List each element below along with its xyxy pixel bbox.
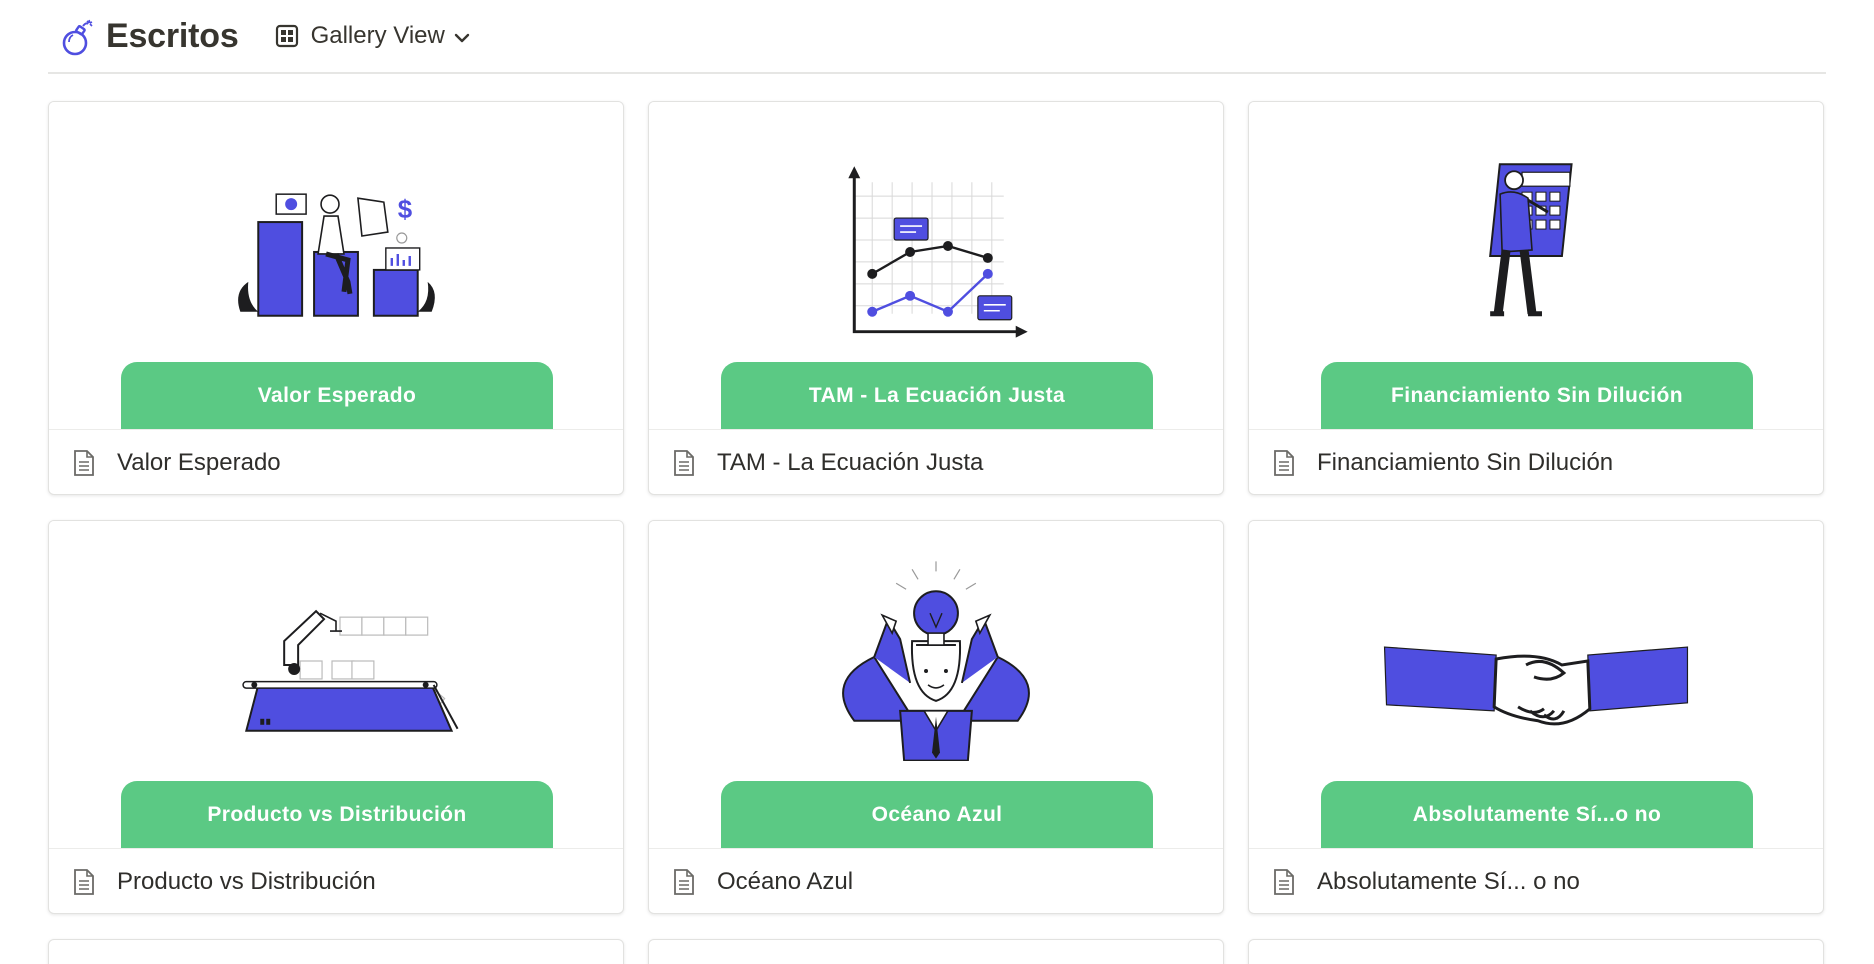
card-title: Océano Azul — [717, 868, 854, 895]
gallery-card[interactable]: $ Valor Esperado Valor Esperado — [48, 101, 624, 495]
gallery-card[interactable]: Absolutamente Sí...o no Absolutamente Sí… — [1248, 520, 1824, 914]
bar-chart-person-illustration: $ — [238, 193, 435, 317]
card-footer: Absolutamente Sí... o no — [1249, 848, 1823, 913]
card-cover: Absolutamente Sí...o no — [1249, 521, 1823, 848]
card-cover: Océano Azul — [649, 521, 1223, 848]
card-cover-label: Absolutamente Sí...o no — [1321, 781, 1753, 848]
handshake-illustration — [1383, 646, 1689, 726]
card-footer: Océano Azul — [649, 848, 1223, 913]
card-title: Producto vs Distribución — [117, 868, 376, 895]
card-cover: Financiamiento Sin Dilución — [1249, 102, 1823, 429]
gallery-card-partial[interactable] — [1248, 939, 1824, 964]
gallery-card-partial[interactable] — [648, 939, 1224, 964]
card-cover-label: Valor Esperado — [121, 362, 553, 429]
card-title: Valor Esperado — [117, 449, 281, 476]
conveyor-robot-illustration — [242, 609, 459, 732]
page-icon — [674, 450, 694, 476]
card-footer: Financiamiento Sin Dilución — [1249, 429, 1823, 494]
gallery-card[interactable]: Producto vs Distribución Producto vs Dis… — [48, 520, 624, 914]
card-cover-label: TAM - La Ecuación Justa — [721, 362, 1153, 429]
bomb-icon — [62, 19, 93, 56]
card-cover: $ Valor Esperado — [49, 102, 623, 429]
card-title: Financiamiento Sin Dilución — [1317, 449, 1614, 476]
page-icon — [1274, 450, 1294, 476]
view-switcher-label: Gallery View — [310, 22, 445, 49]
page-icon — [674, 869, 694, 895]
page: Escritos Gallery View $ Valor Esperado V… — [0, 0, 1874, 964]
chevron-down-icon — [454, 33, 470, 43]
gallery-card-partial[interactable] — [48, 939, 624, 964]
lightbulb-head-illustration — [842, 561, 1030, 761]
database-header: Escritos Gallery View — [48, 0, 1826, 74]
page-icon — [1274, 869, 1294, 895]
calculator-person-illustration — [1489, 163, 1573, 317]
card-cover-label: Océano Azul — [721, 781, 1153, 848]
gallery-card[interactable]: TAM - La Ecuación Justa TAM - La Ecuació… — [648, 101, 1224, 495]
svg-text:$: $ — [398, 196, 413, 224]
card-footer: Valor Esperado — [49, 429, 623, 494]
card-footer: TAM - La Ecuación Justa — [649, 429, 1223, 494]
gallery-card[interactable]: Océano Azul Océano Azul — [648, 520, 1224, 914]
line-chart-illustration — [848, 166, 1028, 338]
card-cover-label: Financiamiento Sin Dilución — [1321, 362, 1753, 429]
card-title: TAM - La Ecuación Justa — [717, 449, 984, 476]
view-switcher-button[interactable]: Gallery View — [269, 18, 477, 54]
page-icon — [74, 869, 94, 895]
gallery-grid-icon — [275, 24, 298, 48]
database-title[interactable]: Escritos — [106, 17, 239, 56]
card-title: Absolutamente Sí... o no — [1317, 868, 1580, 895]
card-cover: Producto vs Distribución — [49, 521, 623, 848]
page-icon — [74, 450, 94, 476]
gallery-card[interactable]: Financiamiento Sin Dilución Financiamien… — [1248, 101, 1824, 495]
card-footer: Producto vs Distribución — [49, 848, 623, 913]
card-cover-label: Producto vs Distribución — [121, 781, 553, 848]
card-cover: TAM - La Ecuación Justa — [649, 102, 1223, 429]
